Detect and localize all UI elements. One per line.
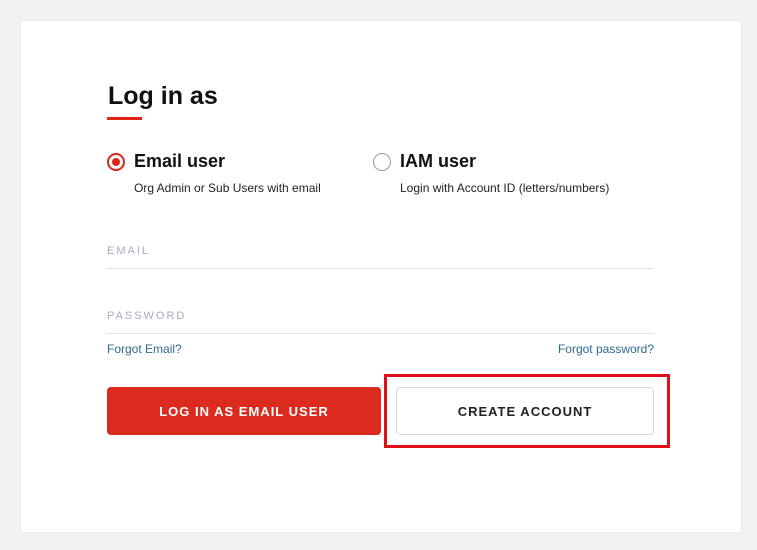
password-field-wrapper [107, 299, 654, 334]
email-input[interactable] [107, 234, 654, 268]
radio-checked-icon[interactable] [107, 153, 125, 171]
email-field-wrapper [107, 234, 654, 269]
radio-label-iam-user[interactable]: IAM user [400, 151, 476, 172]
password-input[interactable] [107, 299, 654, 333]
login-card: Log in as Email user Org Admin or Sub Us… [21, 21, 741, 532]
page-title: Log in as [108, 82, 218, 110]
title-underline [107, 117, 142, 120]
create-account-button[interactable]: CREATE ACCOUNT [396, 387, 654, 435]
radio-label-email-user[interactable]: Email user [134, 151, 225, 172]
forgot-password-link[interactable]: Forgot password? [558, 342, 654, 356]
radio-description-iam-user: Login with Account ID (letters/numbers) [400, 181, 610, 195]
login-as-email-user-button[interactable]: LOG IN AS EMAIL USER [107, 387, 381, 435]
forgot-email-link[interactable]: Forgot Email? [107, 342, 182, 356]
radio-description-email-user: Org Admin or Sub Users with email [134, 181, 321, 195]
radio-unchecked-icon[interactable] [373, 153, 391, 171]
